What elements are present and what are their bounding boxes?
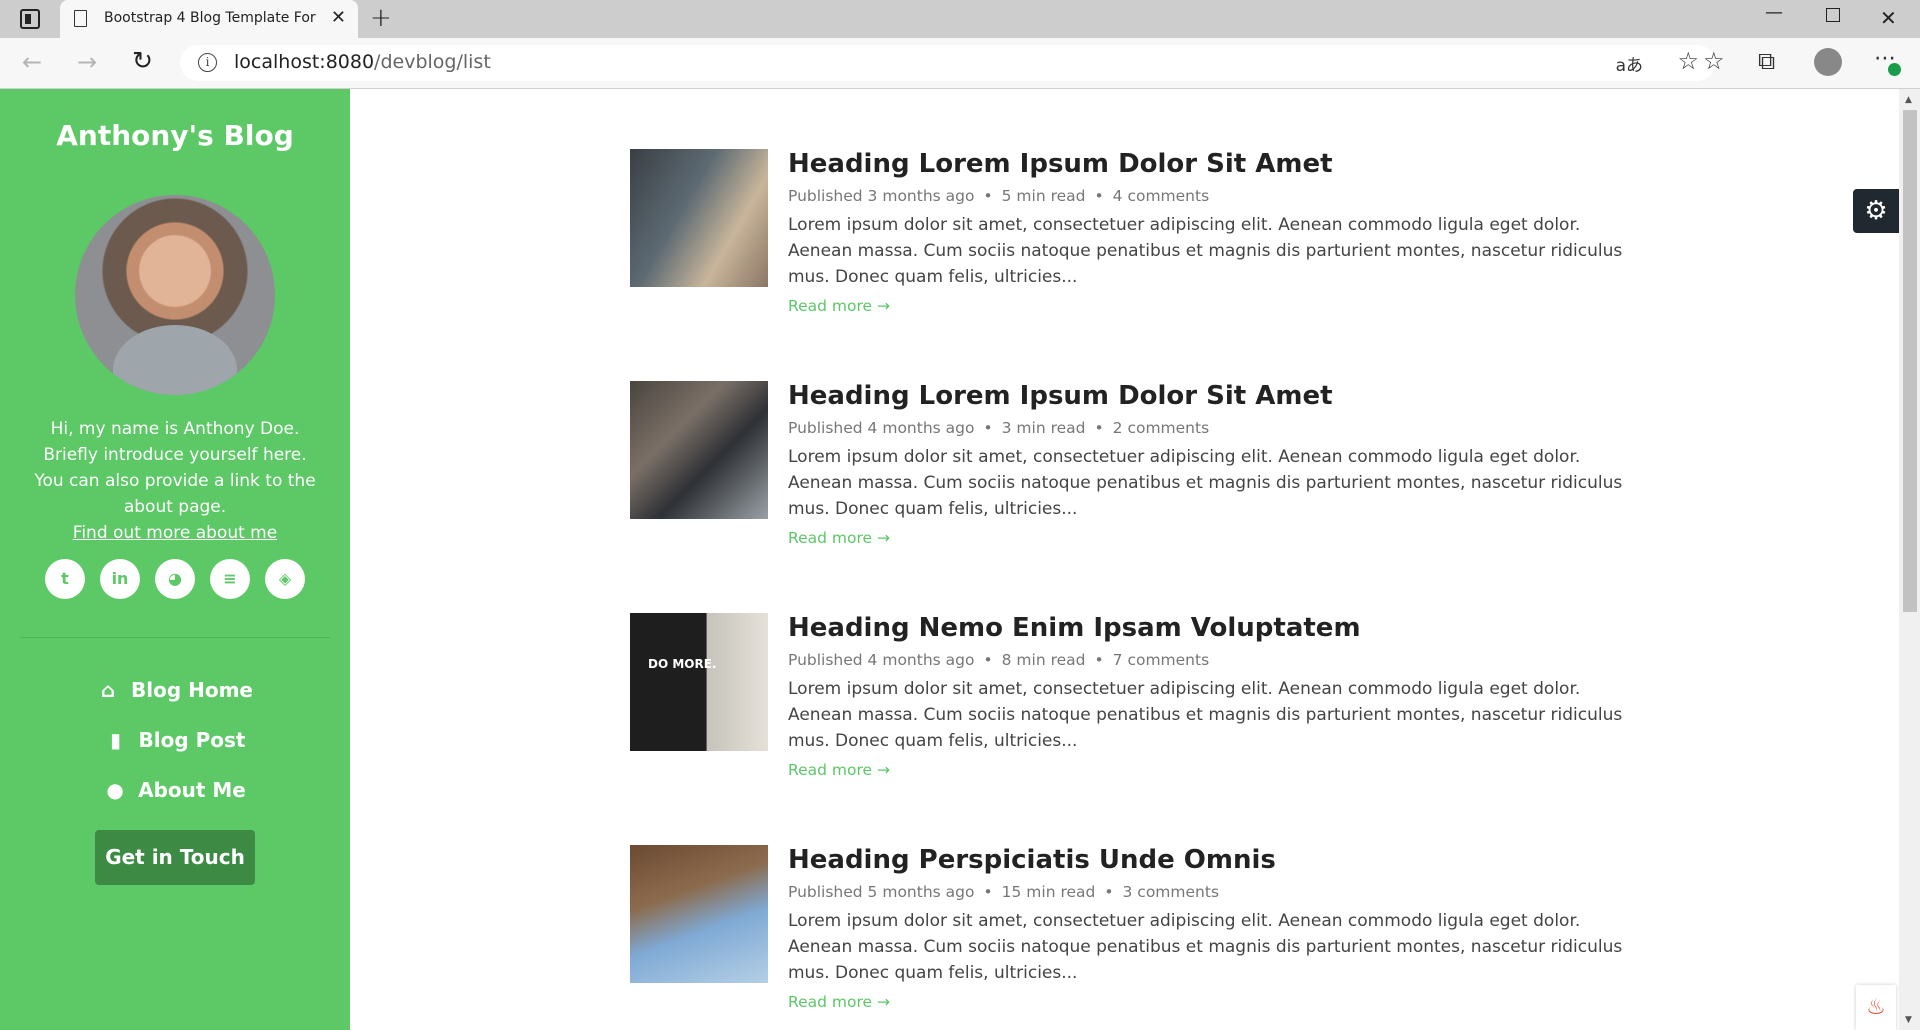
read-more-link[interactable]: Read more → <box>788 761 890 779</box>
close-window-icon[interactable]: ✕ <box>1880 6 1897 30</box>
read-more-link[interactable]: Read more → <box>788 529 890 547</box>
thumbnail-caption: DO MORE. <box>648 657 717 671</box>
post-meta: Published 4 months ago • 8 min read • 7 comm… <box>788 651 1210 669</box>
post-item: DO MORE. Heading Nemo Enim Ipsam Volupta… <box>630 613 1630 793</box>
page-icon <box>74 10 87 27</box>
stack-overflow-icon[interactable]: ≡ <box>210 559 250 599</box>
post-read-time: 15 min read <box>1001 883 1096 901</box>
post-comments[interactable]: 4 comments <box>1113 187 1210 205</box>
browser-tab[interactable]: Bootstrap 4 Blog Template For Developers… <box>60 0 358 38</box>
browser-tab-bar: Bootstrap 4 Blog Template For Developers… <box>0 0 1920 38</box>
post-read-time: 5 min read <box>1001 187 1086 205</box>
post-date: Published 4 months ago <box>788 419 975 437</box>
post-excerpt: Lorem ipsum dolor sit amet, consectetuer… <box>788 215 1623 287</box>
post-title[interactable]: Heading Perspiciatis Unde Omnis <box>788 845 1276 875</box>
post-thumbnail[interactable] <box>630 381 768 519</box>
twitter-icon[interactable]: t <box>45 559 85 599</box>
scroll-up-icon[interactable]: ▲ <box>1905 95 1912 105</box>
post-date: Published 3 months ago <box>788 187 975 205</box>
close-tab-icon[interactable]: ✕ <box>331 7 346 28</box>
about-me-link[interactable]: Find out more about me <box>73 523 277 543</box>
read-aloud-icon[interactable]: aあ <box>1616 51 1643 76</box>
flame-icon[interactable]: ♨ <box>1856 985 1896 1030</box>
read-more-link[interactable]: Read more → <box>788 993 890 1011</box>
profile-photo <box>75 195 275 395</box>
bio-text: Hi, my name is Anthony Doe. Briefly intr… <box>34 419 316 517</box>
nav-blog-post[interactable]: ▮ Blog Post <box>0 715 350 765</box>
linkedin-icon[interactable]: in <box>100 559 140 599</box>
home-icon: ⌂ <box>100 678 116 702</box>
forward-icon[interactable]: → <box>77 48 97 76</box>
post-item: Heading Lorem Ipsum Dolor Sit Amet Publi… <box>630 149 1630 329</box>
post-meta: Published 3 months ago • 5 min read • 4 comm… <box>788 187 1210 205</box>
bio: Hi, my name is Anthony Doe. Briefly intr… <box>28 416 322 546</box>
tab-actions-icon[interactable] <box>20 9 40 29</box>
post-date: Published 5 months ago <box>788 883 975 901</box>
post-comments[interactable]: 7 comments <box>1113 651 1210 669</box>
post-meta: Published 5 months ago • 15 min read • 3 com… <box>788 883 1220 901</box>
tab-title: Bootstrap 4 Blog Template For Developers <box>104 10 319 26</box>
nav-label: Blog Home <box>130 678 253 702</box>
sidebar-nav: ⌂ Blog Home ▮ Blog Post ● About Me <box>0 665 350 815</box>
sidebar-divider <box>20 637 330 638</box>
user-icon: ● <box>106 778 124 802</box>
blog-title[interactable]: Anthony's Blog <box>0 119 350 152</box>
codepen-icon[interactable]: ◈ <box>265 559 305 599</box>
get-in-touch-button[interactable]: Get in Touch <box>95 830 255 885</box>
minimize-icon[interactable]: — <box>1765 2 1783 23</box>
bookmark-icon: ▮ <box>109 728 121 752</box>
post-title[interactable]: Heading Lorem Ipsum Dolor Sit Amet <box>788 381 1333 411</box>
post-comments[interactable]: 3 comments <box>1123 883 1220 901</box>
post-title[interactable]: Heading Lorem Ipsum Dolor Sit Amet <box>788 149 1333 179</box>
post-excerpt: Lorem ipsum dolor sit amet, consectetuer… <box>788 679 1623 751</box>
post-title[interactable]: Heading Nemo Enim Ipsam Voluptatem <box>788 613 1361 643</box>
site-info-icon[interactable]: i <box>198 53 217 72</box>
nav-label: Blog Post <box>138 728 246 752</box>
new-tab-icon[interactable]: + <box>370 3 392 33</box>
back-icon[interactable]: ← <box>22 48 42 76</box>
nav-blog-home[interactable]: ⌂ Blog Home <box>0 665 350 715</box>
post-read-time: 8 min read <box>1001 651 1086 669</box>
post-item: Heading Perspiciatis Unde Omnis Publishe… <box>630 845 1630 1025</box>
scroll-down-icon[interactable]: ▼ <box>1905 1015 1912 1025</box>
post-date: Published 4 months ago <box>788 651 975 669</box>
maximize-icon[interactable] <box>1826 8 1840 22</box>
reload-icon[interactable]: ↻ <box>132 46 153 75</box>
post-thumbnail[interactable] <box>630 149 768 287</box>
nav-label: About Me <box>138 778 246 802</box>
profile-avatar[interactable] <box>1814 48 1842 76</box>
post-comments[interactable]: 2 comments <box>1113 419 1210 437</box>
post-thumbnail[interactable] <box>630 845 768 983</box>
post-excerpt: Lorem ipsum dolor sit amet, consectetuer… <box>788 911 1623 983</box>
url-text: localhost:8080/devblog/list <box>234 51 491 73</box>
url-host: localhost:8080 <box>234 51 375 73</box>
address-bar: ← → ↻ i localhost:8080/devblog/list aあ ☆… <box>0 38 1920 89</box>
collections-icon[interactable]: ⧉ <box>1758 47 1775 75</box>
url-path: /devblog/list <box>374 51 491 73</box>
sidebar: Anthony's Blog Hi, my name is Anthony Do… <box>0 89 350 1030</box>
url-input[interactable]: i localhost:8080/devblog/list aあ ☆ <box>180 45 1715 81</box>
post-read-time: 3 min read <box>1001 419 1086 437</box>
read-more-link[interactable]: Read more → <box>788 297 890 315</box>
post-item: Heading Lorem Ipsum Dolor Sit Amet Publi… <box>630 381 1630 561</box>
notification-badge <box>1888 63 1901 76</box>
scrollbar-thumb[interactable] <box>1903 110 1917 612</box>
social-links: t in ◕ ≡ ◈ <box>0 559 350 599</box>
add-favorite-icon[interactable]: ☆ <box>1677 47 1699 75</box>
post-thumbnail[interactable]: DO MORE. <box>630 613 768 751</box>
github-icon[interactable]: ◕ <box>155 559 195 599</box>
post-meta: Published 4 months ago • 3 min read • 2 comm… <box>788 419 1210 437</box>
post-excerpt: Lorem ipsum dolor sit amet, consectetuer… <box>788 447 1623 519</box>
nav-about-me[interactable]: ● About Me <box>0 765 350 815</box>
settings-gear-icon[interactable]: ⚙ <box>1853 189 1899 233</box>
favorites-icon[interactable]: ☆ <box>1703 47 1725 75</box>
